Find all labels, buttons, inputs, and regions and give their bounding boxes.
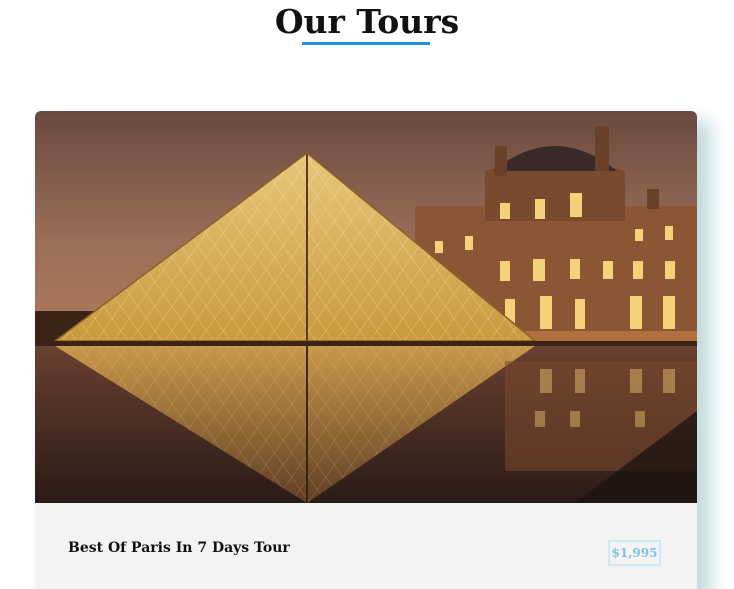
tour-name[interactable]: Best Of Paris In 7 Days Tour: [68, 540, 290, 556]
title-underline: [302, 42, 430, 45]
tour-card-footer: Best Of Paris In 7 Days Tour $1,995: [35, 503, 697, 589]
tour-card[interactable]: Best Of Paris In 7 Days Tour $1,995: [35, 111, 697, 589]
price-badge[interactable]: $1,995: [608, 540, 661, 566]
tour-image[interactable]: [35, 111, 697, 503]
section-title: Our Tours: [274, 2, 460, 41]
tours-page: Our Tours Best Of Paris In 7 Days Tour $…: [0, 0, 734, 589]
